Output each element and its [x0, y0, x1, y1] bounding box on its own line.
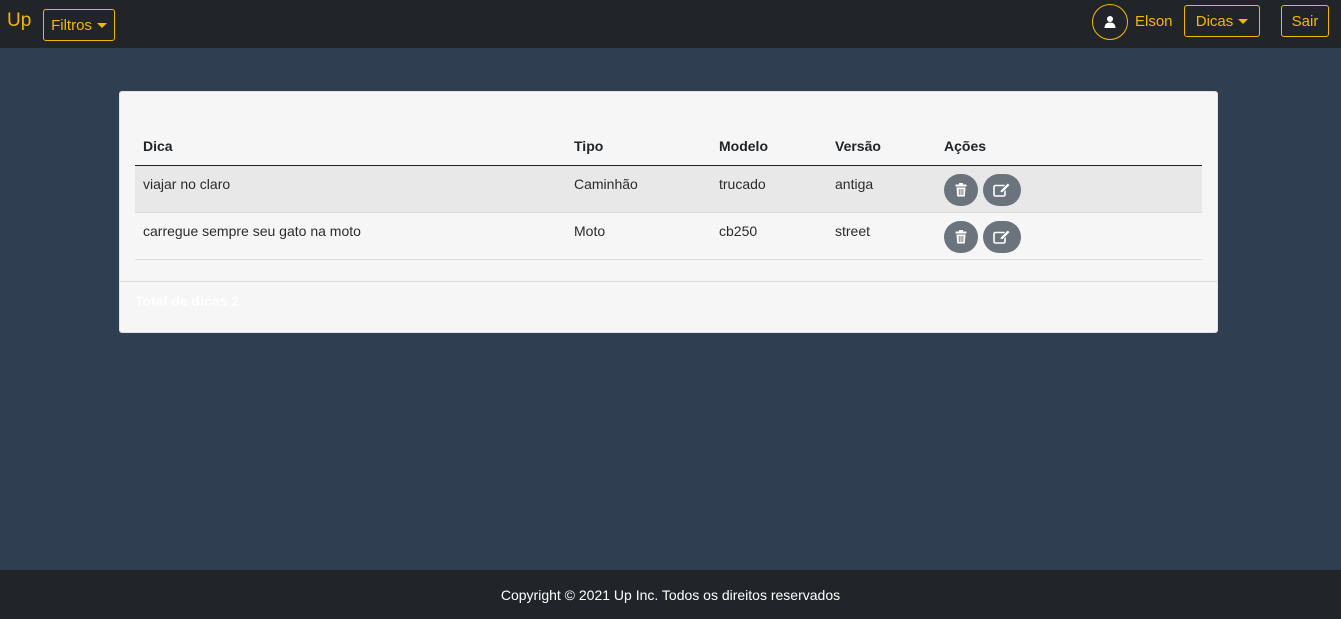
navbar: Up Filtros Elson Dicas Sair — [0, 0, 1341, 48]
header-modelo: Modelo — [711, 127, 827, 166]
tips-card: Dica Tipo Modelo Versão Ações viajar no … — [119, 91, 1218, 333]
cell-dica: carregue sempre seu gato na moto — [135, 212, 566, 260]
user-name[interactable]: Elson — [1135, 13, 1173, 31]
edit-button[interactable] — [982, 173, 1021, 206]
tips-table: Dica Tipo Modelo Versão Ações viajar no … — [135, 127, 1202, 260]
cell-dica: viajar no claro — [135, 165, 566, 213]
cell-versao: antiga — [827, 165, 936, 213]
sair-button[interactable]: Sair — [1281, 5, 1329, 37]
table-header-row: Dica Tipo Modelo Versão Ações — [135, 127, 1202, 166]
caret-down-icon — [96, 22, 107, 28]
cell-modelo: cb250 — [711, 212, 827, 260]
caret-down-icon — [1238, 18, 1249, 24]
brand-link[interactable]: Up — [7, 10, 31, 32]
edit-button[interactable] — [982, 220, 1021, 253]
cell-tipo: Caminhão — [566, 165, 711, 213]
cell-actions — [936, 212, 1202, 260]
edit-icon — [993, 182, 1011, 197]
cell-modelo: trucado — [711, 165, 827, 213]
filtros-label: Filtros — [51, 16, 92, 34]
delete-button[interactable] — [944, 220, 978, 253]
dicas-label: Dicas — [1195, 12, 1234, 30]
delete-button[interactable] — [944, 173, 978, 206]
copyright-text: Copyright © 2021 Up Inc. Todos os direit… — [500, 586, 841, 603]
cell-actions — [936, 165, 1202, 213]
total-tips-text: Total de dicas 2 — [135, 293, 239, 309]
header-versao: Versão — [827, 127, 936, 166]
cell-versao: street — [827, 212, 936, 260]
header-tipo: Tipo — [566, 127, 711, 166]
user-icon — [1104, 16, 1116, 28]
card-footer: Total de dicas 2 — [120, 281, 1217, 332]
trash-icon — [955, 182, 967, 196]
filtros-dropdown-button[interactable]: Filtros — [43, 9, 115, 41]
table-row: carregue sempre seu gato na moto Moto cb… — [135, 212, 1202, 260]
page-footer: Copyright © 2021 Up Inc. Todos os direit… — [0, 570, 1341, 619]
header-dica: Dica — [135, 127, 566, 166]
edit-icon — [993, 229, 1011, 244]
user-avatar-icon[interactable] — [1092, 4, 1128, 40]
dicas-dropdown-button[interactable]: Dicas — [1184, 5, 1260, 37]
cell-tipo: Moto — [566, 212, 711, 260]
header-acoes: Ações — [936, 127, 1202, 166]
trash-icon — [955, 229, 967, 243]
table-row: viajar no claro Caminhão trucado antiga — [135, 165, 1202, 213]
